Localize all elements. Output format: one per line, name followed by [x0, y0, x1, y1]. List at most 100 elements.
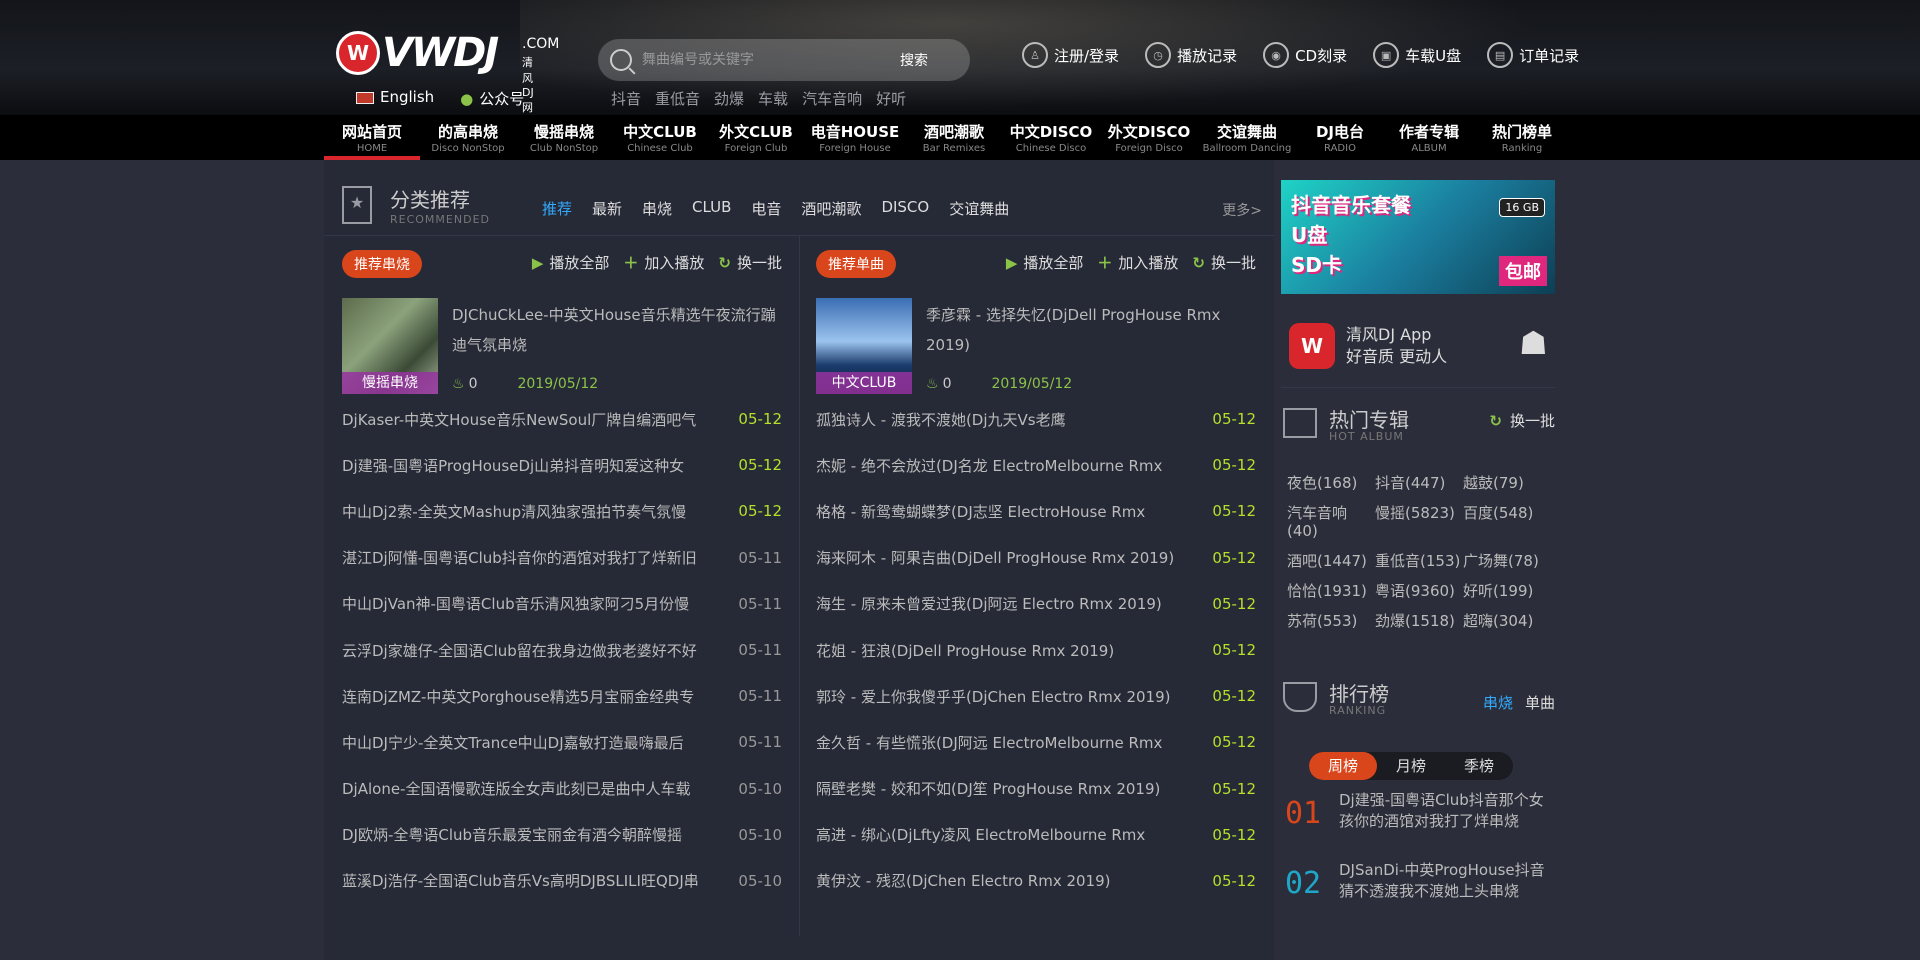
- list-item[interactable]: DJ欧炳-全粤语Club音乐最爱宝丽金有酒今朝醉慢摇 05-10: [342, 812, 782, 858]
- song-title[interactable]: 隔壁老樊 - 姣和不如(DJ笙 ProgHouse Rmx 2019): [816, 778, 1186, 799]
- more-link[interactable]: 更多>: [1222, 200, 1262, 220]
- song-title[interactable]: 金久哲 - 有些慌张(DJ阿远 ElectroMelbourne Rmx: [816, 732, 1186, 753]
- list-item[interactable]: 隔壁老樊 - 姣和不如(DJ笙 ProgHouse Rmx 2019) 05-12: [816, 766, 1256, 812]
- album-tag[interactable]: 好听(199): [1463, 582, 1551, 600]
- album-tag[interactable]: 劲爆(1518): [1375, 612, 1463, 630]
- list-item[interactable]: 中山DJ宁少-全英文Trance中山DJ嘉敏打造最嗨最后 05-11: [342, 719, 782, 765]
- album-tag[interactable]: 酒吧(1447): [1287, 552, 1375, 570]
- album-tag[interactable]: 汽车音响(40): [1287, 504, 1375, 540]
- tab-bar[interactable]: 酒吧潮歌: [801, 198, 861, 219]
- tab-electronic[interactable]: 电音: [751, 198, 781, 219]
- album-tag[interactable]: 粤语(9360): [1375, 582, 1463, 600]
- list-item[interactable]: 湛江Dj阿懂-国粤语Club抖音你的酒馆对我打了烊新旧 05-11: [342, 535, 782, 581]
- album-tag[interactable]: 慢摇(5823): [1375, 504, 1463, 540]
- search-input[interactable]: [642, 52, 892, 68]
- hot-word[interactable]: 好听: [876, 88, 906, 109]
- song-title[interactable]: DJ欧炳-全粤语Club音乐最爱宝丽金有酒今朝醉慢摇: [342, 824, 712, 845]
- tab-club[interactable]: CLUB: [692, 198, 731, 219]
- song-title[interactable]: DjAlone-全国语慢歌连版全女声此刻已是曲中人车载: [342, 778, 712, 799]
- list-item[interactable]: 海生 - 原来未曾爱过我(Dj阿远 Electro Rmx 2019) 05-12: [816, 581, 1256, 627]
- song-title[interactable]: 郭玲 - 爱上你我傻乎乎(DjChen Electro Rmx 2019): [816, 686, 1186, 707]
- hot-word[interactable]: 车载: [758, 88, 788, 109]
- featured-item[interactable]: 慢摇串烧 DJChuCkLee-中英文House音乐精选午夜流行蹦迪气氛串烧 ♨…: [342, 298, 782, 394]
- song-title[interactable]: 格格 - 新鸳鸯蝴蝶梦(DJ志坚 ElectroHouse Rmx: [816, 501, 1186, 522]
- list-item[interactable]: 花姐 - 狂浪(DjDell ProgHouse Rmx 2019) 05-12: [816, 627, 1256, 673]
- song-title[interactable]: 杰妮 - 绝不会放过(DJ名龙 ElectroMelbourne Rmx: [816, 455, 1186, 476]
- tab-nonstop[interactable]: 串烧: [642, 198, 672, 219]
- song-title[interactable]: 中山DJ宁少-全英文Trance中山DJ嘉敏打造最嗨最后: [342, 732, 712, 753]
- album-tag[interactable]: 超嗨(304): [1463, 612, 1551, 630]
- song-title[interactable]: 海来阿木 - 阿果吉曲(DjDell ProgHouse Rmx 2019): [816, 547, 1186, 568]
- song-title[interactable]: 连南DjZMZ-中英文Porghouse精选5月宝丽金经典专: [342, 686, 712, 707]
- featured-title[interactable]: DJChuCkLee-中英文House音乐精选午夜流行蹦迪气氛串烧: [452, 300, 782, 360]
- song-title[interactable]: 中山DjVan神-国粤语Club音乐清风独家阿刁5月份慢: [342, 593, 712, 614]
- song-title[interactable]: 蓝溪Dj浩仔-全国语Club音乐Vs高明DJBSLILI旺QDJ串: [342, 870, 712, 891]
- wechat-link[interactable]: ● 公众号: [460, 88, 524, 109]
- song-title[interactable]: 孤独诗人 - 渡我不渡她(Dj九天Vs老鹰: [816, 409, 1186, 430]
- featured-title[interactable]: 季彦霖 - 选择失忆(DjDell ProgHouse Rmx 2019): [926, 300, 1256, 360]
- list-item[interactable]: 杰妮 - 绝不会放过(DJ名龙 ElectroMelbourne Rmx 05-1…: [816, 442, 1256, 488]
- refresh-button[interactable]: ↻ 换一批: [718, 252, 782, 273]
- history-link[interactable]: ◷ 播放记录: [1145, 42, 1237, 68]
- featured-item[interactable]: 中文CLUB 季彦霖 - 选择失忆(DjDell ProgHouse Rmx 2…: [816, 298, 1256, 394]
- song-title[interactable]: Dj建强-国粤语ProgHouseDj山弟抖音明知爱这种女: [342, 455, 712, 476]
- tab-week[interactable]: 周榜: [1309, 752, 1377, 780]
- album-tag[interactable]: 苏荷(553): [1287, 612, 1375, 630]
- nav-item[interactable]: 作者专辑 ALBUM: [1384, 115, 1474, 160]
- cover-image[interactable]: 中文CLUB: [816, 298, 912, 394]
- song-title[interactable]: 海生 - 原来未曾爱过我(Dj阿远 Electro Rmx 2019): [816, 593, 1186, 614]
- list-item[interactable]: 中山Dj2索-全英文Mashup清风独家强拍节奏气氛慢 05-12: [342, 488, 782, 534]
- hot-word[interactable]: 重低音: [655, 88, 700, 109]
- song-title[interactable]: 湛江Dj阿懂-国粤语Club抖音你的酒馆对我打了烊新旧: [342, 547, 712, 568]
- list-item[interactable]: Dj建强-国粤语ProgHouseDj山弟抖音明知爱这种女 05-12: [342, 442, 782, 488]
- hot-word[interactable]: 抖音: [611, 88, 641, 109]
- add-play-button[interactable]: ＋加入播放: [623, 252, 704, 273]
- site-logo[interactable]: W VWDJ .COM 清风DJ网: [336, 30, 559, 114]
- play-all-button[interactable]: ▶ 播放全部: [532, 252, 610, 273]
- list-item[interactable]: 格格 - 新鸳鸯蝴蝶梦(DJ志坚 ElectroHouse Rmx 05-12: [816, 488, 1256, 534]
- album-tag[interactable]: 广场舞(78): [1463, 552, 1551, 570]
- rank-title[interactable]: DJSanDi-中英ProgHouse抖音猜不透渡我不渡她上头串烧: [1339, 860, 1554, 902]
- english-link[interactable]: English: [356, 88, 434, 109]
- album-tag[interactable]: 夜色(168): [1287, 474, 1375, 492]
- list-item[interactable]: 孤独诗人 - 渡我不渡她(Dj九天Vs老鹰 05-12: [816, 396, 1256, 442]
- list-item[interactable]: 郭玲 - 爱上你我傻乎乎(DjChen Electro Rmx 2019) 05-…: [816, 673, 1256, 719]
- nav-item[interactable]: 中文DISCO Chinese Disco: [1002, 115, 1100, 160]
- cover-image[interactable]: 慢摇串烧: [342, 298, 438, 394]
- tab-latest[interactable]: 最新: [592, 198, 622, 219]
- song-title[interactable]: 花姐 - 狂浪(DjDell ProgHouse Rmx 2019): [816, 640, 1186, 661]
- album-refresh-button[interactable]: ↻ 换一批: [1489, 410, 1555, 431]
- usb-promo-banner[interactable]: 抖音音乐套餐 U盘 SD卡 16 GB 包邮: [1281, 180, 1555, 294]
- app-download[interactable]: W 清风DJ App 好音质 更动人 ☗: [1281, 318, 1555, 388]
- list-item[interactable]: DjKaser-中英文House音乐NewSoul厂牌自编酒吧气 05-12: [342, 396, 782, 442]
- nav-item[interactable]: 的高串烧 Disco NonStop: [420, 115, 516, 160]
- nav-item[interactable]: 外文DISCO Foreign Disco: [1100, 115, 1198, 160]
- song-title[interactable]: 黄伊汶 - 残忍(DjChen Electro Rmx 2019): [816, 870, 1186, 891]
- nav-item[interactable]: 网站首页 HOME: [324, 115, 420, 160]
- tab-disco[interactable]: DISCO: [881, 198, 929, 219]
- hot-word[interactable]: 汽车音响: [802, 88, 862, 109]
- list-item[interactable]: 蓝溪Dj浩仔-全国语Club音乐Vs高明DJBSLILI旺QDJ串 05-10: [342, 858, 782, 904]
- list-item[interactable]: 金久哲 - 有些慌张(DJ阿远 ElectroMelbourne Rmx 05-1…: [816, 719, 1256, 765]
- rank-title[interactable]: Dj建强-国粤语Club抖音那个女孩你的酒馆对我打了烊串烧: [1339, 790, 1554, 832]
- orders-link[interactable]: ▤ 订单记录: [1487, 42, 1579, 68]
- cd-burn-link[interactable]: ◉ CD刻录: [1263, 42, 1347, 68]
- hot-word[interactable]: 劲爆: [714, 88, 744, 109]
- play-all-button[interactable]: ▶ 播放全部: [1006, 252, 1084, 273]
- list-item[interactable]: 中山DjVan神-国粤语Club音乐清风独家阿刁5月份慢 05-11: [342, 581, 782, 627]
- login-link[interactable]: ♙ 注册/登录: [1022, 42, 1119, 68]
- song-title[interactable]: 云浮Dj家雄仔-全国语Club留在我身边做我老婆好不好: [342, 640, 712, 661]
- album-tag[interactable]: 恰恰(1931): [1287, 582, 1375, 600]
- song-title[interactable]: DjKaser-中英文House音乐NewSoul厂牌自编酒吧气: [342, 409, 712, 430]
- nav-item[interactable]: 慢摇串烧 Club NonStop: [516, 115, 612, 160]
- search-button[interactable]: 搜索: [900, 50, 928, 70]
- nav-item[interactable]: 交谊舞曲 Ballroom Dancing: [1198, 115, 1296, 160]
- tab-month[interactable]: 月榜: [1377, 752, 1445, 780]
- nav-item[interactable]: 酒吧潮歌 Bar Remixes: [906, 115, 1002, 160]
- tab-ballroom[interactable]: 交谊舞曲: [949, 198, 1009, 219]
- nav-item[interactable]: 热门榜单 Ranking: [1474, 115, 1570, 160]
- nav-item[interactable]: DJ电台 RADIO: [1296, 115, 1384, 160]
- album-tag[interactable]: 越鼓(79): [1463, 474, 1551, 492]
- nav-item[interactable]: 中文CLUB Chinese Club: [612, 115, 708, 160]
- song-title[interactable]: 中山Dj2索-全英文Mashup清风独家强拍节奏气氛慢: [342, 501, 712, 522]
